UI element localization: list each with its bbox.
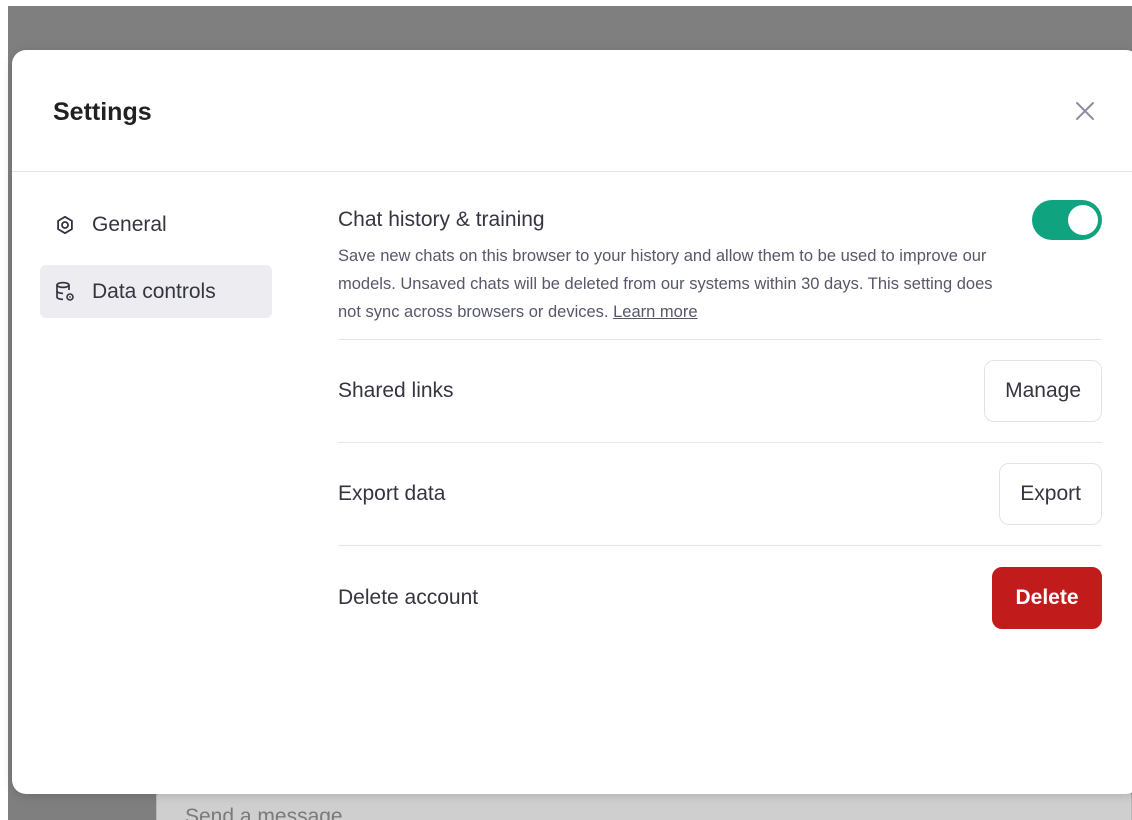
gear-icon	[54, 214, 76, 236]
message-composer: Send a message	[156, 790, 1132, 820]
chat-history-toggle[interactable]	[1032, 200, 1102, 240]
database-settings-icon	[54, 281, 76, 303]
delete-button[interactable]: Delete	[992, 566, 1102, 629]
shared-links-label: Shared links	[338, 379, 454, 402]
chat-history-title: Chat history & training	[338, 208, 545, 231]
page-top-edge	[0, 0, 1132, 6]
delete-account-label: Delete account	[338, 585, 479, 609]
settings-dialog: Settings General Data controls Chat hist…	[12, 50, 1132, 794]
close-button[interactable]	[1070, 96, 1100, 126]
nav-item-general[interactable]: General	[40, 198, 272, 251]
dialog-title: Settings	[53, 98, 152, 126]
toggle-knob	[1068, 205, 1098, 235]
dialog-header: Settings	[12, 50, 1132, 172]
learn-more-link[interactable]: Learn more	[613, 303, 697, 321]
manage-button[interactable]: Manage	[984, 360, 1102, 422]
page-left-edge	[0, 0, 8, 820]
export-data-label: Export data	[338, 482, 446, 505]
nav-item-label: General	[92, 212, 167, 236]
data-controls-panel: Chat history & training Save new chats o…	[338, 198, 1102, 649]
nav-item-label: Data controls	[92, 279, 216, 303]
chat-history-setting: Chat history & training Save new chats o…	[338, 198, 1102, 340]
export-data-row: Export data Export	[338, 443, 1102, 546]
close-icon	[1076, 102, 1094, 120]
message-input-placeholder: Send a message	[185, 805, 343, 820]
nav-item-data-controls[interactable]: Data controls	[40, 265, 272, 318]
settings-nav: General Data controls	[40, 198, 272, 332]
chat-history-description: Save new chats on this browser to your h…	[338, 242, 1018, 326]
shared-links-row: Shared links Manage	[338, 340, 1102, 443]
delete-account-row: Delete account Delete	[338, 546, 1102, 649]
export-button[interactable]: Export	[999, 463, 1102, 525]
